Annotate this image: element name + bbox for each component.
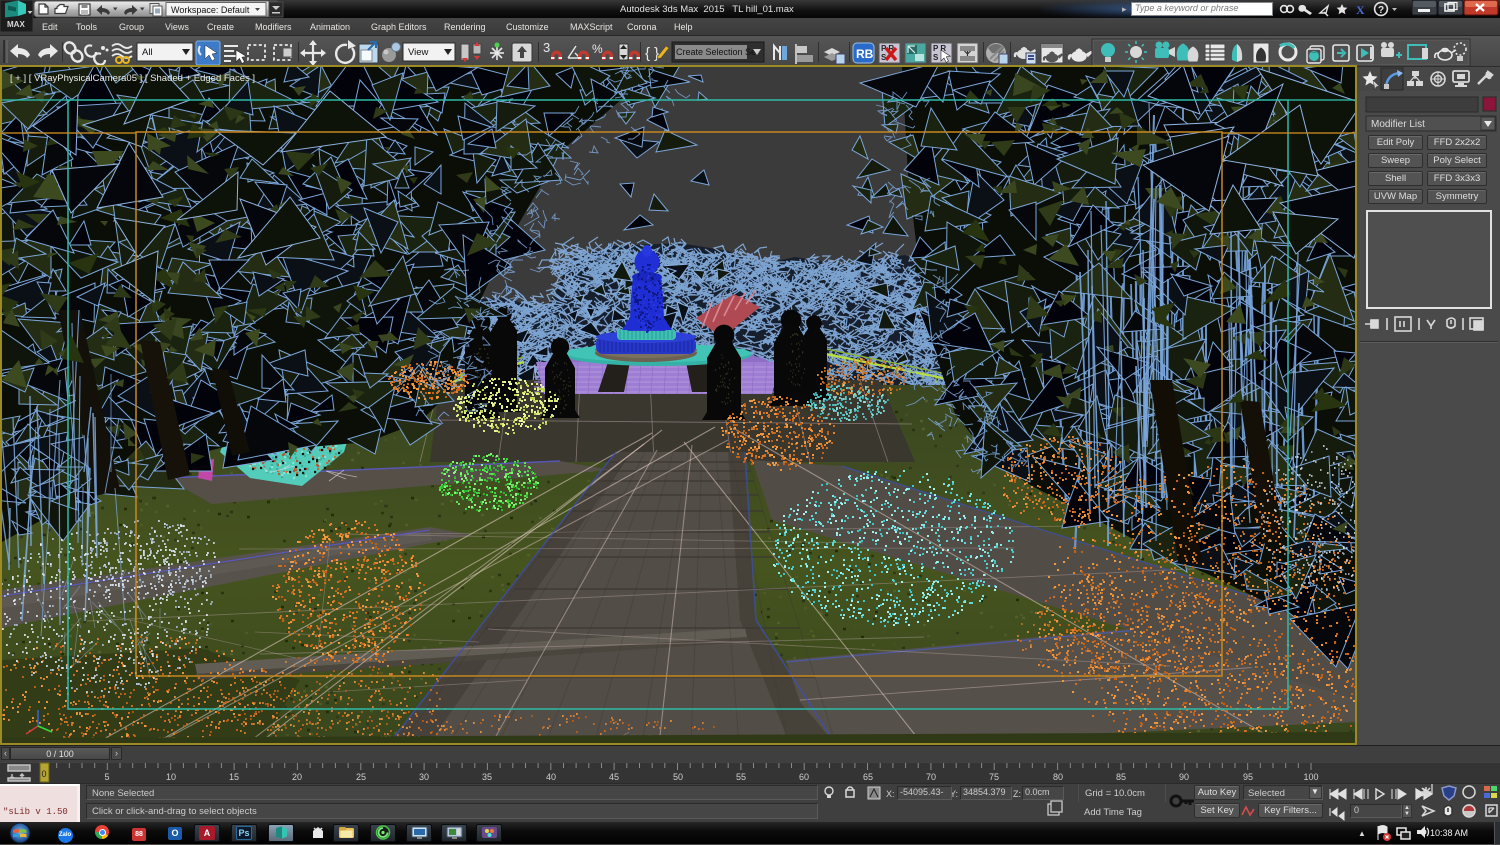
svg-text:25: 25 [356, 772, 366, 782]
svg-text:0: 0 [41, 769, 46, 779]
svg-text:100: 100 [1303, 772, 1318, 782]
svg-text:95: 95 [1243, 772, 1253, 782]
svg-text:RB: RB [856, 47, 874, 61]
svg-text:MAX: MAX [7, 20, 25, 29]
svg-text:45: 45 [609, 772, 619, 782]
svg-text:85: 85 [1116, 772, 1126, 782]
svg-text:40: 40 [546, 772, 556, 782]
svg-text:30: 30 [419, 772, 429, 782]
svg-text:50: 50 [673, 772, 683, 782]
svg-text:S: S [933, 53, 939, 62]
svg-text:20: 20 [292, 772, 302, 782]
svg-text:10: 10 [166, 772, 176, 782]
svg-text:Create Selection Se: Create Selection Se [676, 47, 756, 57]
svg-text:Modifier List: Modifier List [1371, 119, 1425, 130]
svg-text:15: 15 [229, 772, 239, 782]
svg-text:60: 60 [799, 772, 809, 782]
svg-text:X: X [1356, 3, 1365, 17]
svg-text:View: View [408, 47, 429, 58]
svg-text:Workspace: Default: Workspace: Default [171, 5, 250, 15]
svg-text:?: ? [1378, 5, 1384, 16]
svg-text:75: 75 [989, 772, 999, 782]
svg-text:All: All [142, 47, 153, 58]
svg-text:35: 35 [482, 772, 492, 782]
svg-text:3: 3 [543, 40, 550, 55]
svg-text:{ }: { } [645, 45, 659, 62]
svg-text:Z:: Z: [1013, 789, 1021, 799]
svg-text:90: 90 [1179, 772, 1189, 782]
svg-text:70: 70 [926, 772, 936, 782]
svg-text:65: 65 [863, 772, 873, 782]
svg-text:X:: X: [886, 789, 895, 799]
svg-text:80: 80 [1053, 772, 1063, 782]
svg-text:%: % [592, 42, 603, 56]
svg-text:55: 55 [736, 772, 746, 782]
svg-text:5: 5 [104, 772, 109, 782]
svg-text:P R: P R [933, 44, 946, 53]
